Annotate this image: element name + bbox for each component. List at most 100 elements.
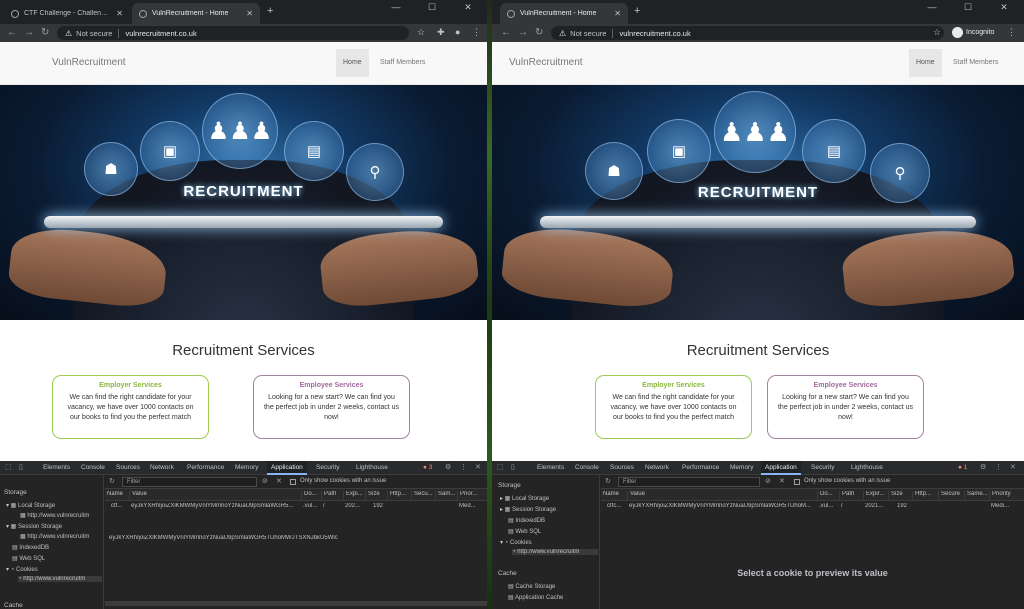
more-options-icon[interactable]: ⋮ [995,463,1002,471]
menu-icon[interactable]: ⋮ [1007,27,1016,38]
device-toolbar-icon[interactable]: ▯ [511,463,515,471]
devtools-tab-network[interactable]: Network [146,461,178,475]
devtools-tab-security[interactable]: Security [807,461,838,475]
filter-input[interactable]: Filter [122,477,257,487]
nav-home[interactable]: Home [909,49,942,77]
clear-all-icon[interactable]: ⊘ [262,477,268,485]
address-bar[interactable]: ⚠ Not secure vulnrecruitment.co.uk [551,26,944,40]
devtools-tab-lighthouse[interactable]: Lighthouse [352,461,392,475]
col-secure[interactable]: Secu... [411,491,435,501]
col-path[interactable]: Path [321,491,343,501]
devtools-tab-network[interactable]: Network [641,461,673,475]
sidebar-item-local-url[interactable]: ▦ http://www.vulnrecruitm [20,512,102,519]
delete-selected-icon[interactable]: ✕ [779,477,785,485]
minimize-icon[interactable]: — [914,2,950,12]
col-priority[interactable]: Priority [989,491,1024,501]
tab-vulnrecruitment-home[interactable]: VulnRecruitment - Home ✕ [132,3,260,24]
inspect-icon[interactable]: ⬚ [497,463,504,471]
clear-all-icon[interactable]: ⊘ [765,477,771,485]
error-count-badge[interactable]: ● 1 [958,464,967,471]
incognito-badge[interactable]: Incognito [952,27,994,38]
col-secure[interactable]: Secure [938,491,964,501]
back-icon[interactable]: ← [7,27,17,38]
col-size[interactable]: Size [365,491,387,501]
error-count-badge[interactable]: ● 3 [423,464,432,471]
new-tab-icon[interactable]: + [267,5,273,17]
col-httponly[interactable]: Http... [912,491,938,501]
reload-icon[interactable]: ↻ [41,27,49,38]
devtools-tab-application[interactable]: Application [267,461,307,475]
maximize-icon[interactable]: ☐ [414,2,450,13]
only-issue-checkbox[interactable] [290,479,296,485]
tab-ctf-challenge[interactable]: CTF Challenge - Challenge Vuln... ✕ [4,3,130,24]
col-httponly[interactable]: Http... [387,491,411,501]
sidebar-item-indexeddb[interactable]: ▤ IndexedDB [508,517,598,524]
sidebar-item-session-storage[interactable]: ▸ ▦ Session Storage [500,506,598,513]
devtools-tab-performance[interactable]: Performance [678,461,723,475]
site-brand[interactable]: VulnRecruitment [509,57,583,68]
close-icon[interactable]: ✕ [116,9,123,18]
devtools-tab-security[interactable]: Security [312,461,343,475]
reload-icon[interactable]: ↻ [535,27,543,38]
nav-home[interactable]: Home [336,49,369,77]
window-close-icon[interactable]: ✕ [450,2,486,13]
filter-input[interactable]: Filter [618,477,760,487]
forward-icon[interactable]: → [24,27,34,38]
tab-vulnrecruitment-home[interactable]: VulnRecruitment - Home ✕ [500,3,628,24]
device-toolbar-icon[interactable]: ▯ [19,463,23,471]
profile-icon[interactable]: ● [455,27,460,37]
sidebar-item-session-url[interactable]: ▦ http://www.vulnrecruitm [20,533,102,540]
refresh-icon[interactable]: ↻ [109,477,115,485]
delete-selected-icon[interactable]: ✕ [276,477,282,485]
devtools-tab-console[interactable]: Console [77,461,109,475]
devtools-tab-console[interactable]: Console [571,461,603,475]
col-domain[interactable]: Do... [817,491,839,501]
sidebar-item-indexeddb[interactable]: ▤ IndexedDB [12,544,102,551]
site-brand[interactable]: VulnRecruitment [52,57,126,68]
col-name[interactable]: Name [105,491,129,501]
col-domain[interactable]: Do... [301,491,321,501]
minimize-icon[interactable]: — [378,2,414,12]
col-priority[interactable]: Prior... [457,491,487,501]
inspect-icon[interactable]: ⬚ [5,463,12,471]
address-bar[interactable]: ⚠ Not secure vulnrecruitment.co.uk [57,26,409,40]
sidebar-item-cookies-url[interactable]: ◔ http://www.vulnrecruitm [512,549,598,555]
close-icon[interactable]: ✕ [1010,463,1016,471]
devtools-tab-sources[interactable]: Sources [112,461,144,475]
sidebar-item-websql[interactable]: ▤ Web SQL [12,555,102,562]
bookmark-star-icon[interactable]: ☆ [417,27,425,38]
col-expires[interactable]: Expir... [863,491,888,501]
forward-icon[interactable]: → [518,27,528,38]
horizontal-scrollbar[interactable] [105,601,487,606]
close-icon[interactable]: ✕ [475,463,481,471]
settings-gear-icon[interactable]: ⚙ [980,463,986,471]
table-row[interactable]: ctfc... eyJkYXRhIjoiZXlKMWMyVnlYMmhoYzNu… [601,501,1024,513]
devtools-tab-performance[interactable]: Performance [183,461,228,475]
col-value[interactable]: Value [627,491,817,501]
extensions-icon[interactable]: ✚ [437,27,445,38]
sidebar-item-local-storage[interactable]: ▾ ▦ Local Storage [6,502,102,509]
sidebar-item-cookies[interactable]: ▾ ◔ Cookies [500,539,598,546]
bookmark-star-icon[interactable]: ☆ [933,27,941,38]
window-close-icon[interactable]: ✕ [986,2,1022,13]
only-issue-checkbox[interactable] [794,479,800,485]
col-name[interactable]: Name [601,491,627,501]
devtools-tab-application[interactable]: Application [761,461,801,475]
devtools-tab-memory[interactable]: Memory [726,461,757,475]
nav-staff-members[interactable]: Staff Members [373,49,432,77]
col-expires[interactable]: Expi... [343,491,365,501]
sidebar-item-application-cache[interactable]: ▤ Application Cache [508,594,598,601]
col-value[interactable]: Value [129,491,301,501]
close-icon[interactable]: ✕ [246,9,253,18]
col-samesite[interactable]: Same... [964,491,989,501]
col-path[interactable]: Path [839,491,863,501]
back-icon[interactable]: ← [501,27,511,38]
sidebar-item-cookies[interactable]: ▾ ◔ Cookies [6,566,102,573]
maximize-icon[interactable]: ☐ [950,2,986,13]
refresh-icon[interactable]: ↻ [605,477,611,485]
devtools-tab-lighthouse[interactable]: Lighthouse [847,461,887,475]
nav-staff-members[interactable]: Staff Members [946,49,1005,77]
sidebar-item-cookies-url[interactable]: ◔ http://www.vulnrecruitm [18,576,102,582]
menu-icon[interactable]: ⋮ [472,27,481,38]
sidebar-item-websql[interactable]: ▤ Web SQL [508,528,598,535]
